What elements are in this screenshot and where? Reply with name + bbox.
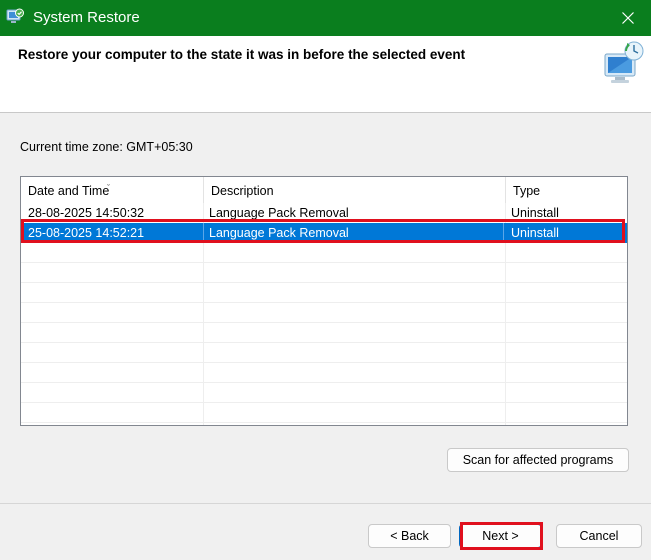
empty-row <box>21 283 627 303</box>
page-title: Restore your computer to the state it wa… <box>18 47 466 62</box>
wizard-header: Restore your computer to the state it wa… <box>0 36 651 113</box>
cell-description: Language Pack Removal <box>202 223 504 243</box>
column-header-description[interactable]: Description <box>204 177 506 203</box>
restore-points-list[interactable]: Date and Time ˇ Description Type 28-08-2… <box>20 176 628 426</box>
cell-type: Uninstall <box>511 206 559 220</box>
empty-row <box>21 383 627 403</box>
cell-description: Language Pack Removal <box>209 206 349 220</box>
column-header-label: Date and Time <box>28 184 110 198</box>
table-row[interactable]: 28-08-2025 14:50:32 Language Pack Remova… <box>21 203 627 223</box>
cell-type: Uninstall <box>511 226 559 240</box>
cell-date: 28-08-2025 14:50:32 <box>28 206 145 220</box>
system-restore-icon <box>6 8 24 23</box>
empty-row <box>21 303 627 323</box>
empty-row <box>21 323 627 343</box>
table-row-selected[interactable]: 25-08-2025 14:52:21 Language Pack Remova… <box>21 223 627 243</box>
scan-affected-programs-button[interactable]: Scan for affected programs <box>447 448 629 472</box>
close-button[interactable] <box>605 0 651 36</box>
cell-date: 25-08-2025 14:52:21 <box>21 223 204 243</box>
column-header-type[interactable]: Type <box>506 177 627 203</box>
empty-row <box>21 243 627 263</box>
timezone-label: Current time zone: GMT+05:30 <box>20 140 193 154</box>
close-icon <box>622 12 634 24</box>
empty-row <box>21 363 627 383</box>
column-header-date[interactable]: Date and Time ˇ <box>21 177 204 203</box>
sort-descending-icon: ˇ <box>107 183 110 193</box>
list-header: Date and Time ˇ Description Type <box>21 177 627 203</box>
cancel-button[interactable]: Cancel <box>556 524 642 548</box>
column-header-label: Type <box>513 184 541 198</box>
next-button[interactable]: Next > <box>459 524 542 548</box>
column-header-label: Description <box>211 184 274 198</box>
system-restore-monitor-icon <box>604 41 644 83</box>
back-button[interactable]: < Back <box>368 524 451 548</box>
window-title: System Restore <box>33 9 140 26</box>
footer-separator <box>0 503 651 504</box>
empty-row <box>21 343 627 363</box>
title-bar: System Restore <box>0 0 651 36</box>
empty-row <box>21 263 627 283</box>
empty-row <box>21 403 627 423</box>
